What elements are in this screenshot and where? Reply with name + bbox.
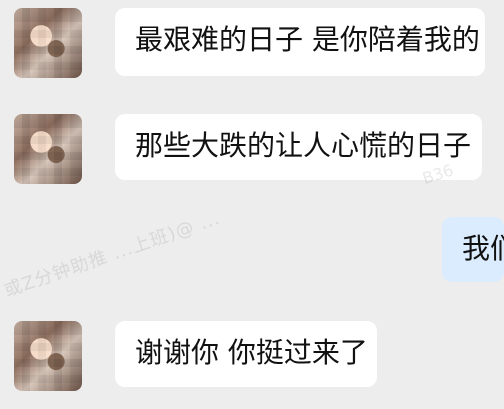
contact-avatar[interactable]: [14, 321, 82, 391]
contact-avatar[interactable]: [14, 8, 82, 78]
message-text: 谢谢你 你挺过来了: [135, 336, 368, 369]
message-bubble[interactable]: 我们: [442, 217, 504, 282]
message-text: 那些大跌的让人心慌的日子: [135, 129, 472, 162]
message-bubble[interactable]: 谢谢你 你挺过来了: [115, 321, 377, 387]
chat-thread: 最艰难的日子 是你陪着我的 那些大跌的让人心慌的日子 我们 谢谢你 你挺过来了 …: [0, 0, 504, 409]
watermark-text: 或Z分钟助推 ...上班)@ ...: [1, 207, 223, 302]
message-text: 我们: [462, 232, 504, 265]
message-text: 最艰难的日子 是你陪着我的: [135, 23, 480, 56]
contact-avatar[interactable]: [14, 114, 82, 184]
message-bubble[interactable]: 最艰难的日子 是你陪着我的: [115, 8, 485, 76]
